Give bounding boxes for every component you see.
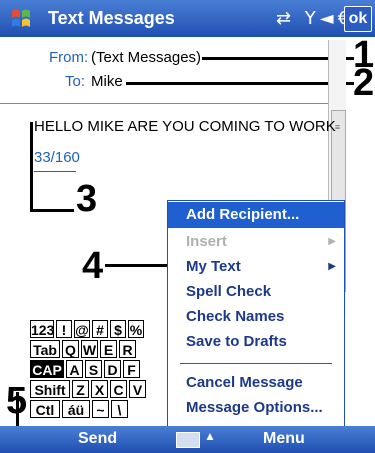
keyboard-icon[interactable] [176,432,200,448]
submenu-arrow-icon: ▶ [328,236,336,247]
callout-3-line [30,209,74,212]
windows-start-icon[interactable] [6,3,36,33]
callout-3-bracket [30,122,33,212]
key-w[interactable]: W [81,340,98,358]
header-divider [0,103,330,104]
key-a[interactable]: A [66,360,83,378]
title-bar: Text Messages ⇄ Y◄€ ok [0,0,375,37]
key-r[interactable]: R [119,340,136,358]
key-tilde[interactable]: ~ [92,400,109,418]
key-q[interactable]: Q [62,340,79,358]
context-menu: Add Recipient... Insert ▶ My Text ▶ Spel… [167,200,345,428]
key-tab[interactable]: Tab [30,340,60,358]
status-icons[interactable]: ⇄ Y◄€ [276,8,353,29]
menu-item-message-options[interactable]: Message Options... [186,399,323,416]
key-caps[interactable]: CAP [30,360,64,378]
key-at[interactable]: @ [74,320,90,338]
menu-item-my-text[interactable]: My Text [186,258,241,275]
menu-separator [180,363,332,364]
menu-item-check-names[interactable]: Check Names [186,308,284,325]
key-f[interactable]: F [123,360,140,378]
key-x[interactable]: X [91,380,108,398]
key-dollar[interactable]: $ [110,320,126,338]
key-123[interactable]: 123 [30,320,54,338]
callout-2-line [126,82,354,85]
app-title: Text Messages [48,8,175,28]
to-label: To: [65,73,86,90]
callout-3: 3 [76,178,98,220]
menu-item-save-to-drafts[interactable]: Save to Drafts [186,333,287,350]
to-field[interactable]: Mike [91,73,123,90]
menu-item-add-recipient[interactable]: Add Recipient... [168,202,344,228]
soft-keyboard[interactable]: 123 ! @ # $ % Tab Q W E R CAP A S D F Sh… [30,320,167,422]
key-d[interactable]: D [104,360,121,378]
menu-item-spell-check[interactable]: Spell Check [186,283,271,300]
from-field[interactable]: (Text Messages) [91,49,201,66]
callout-2: 2 [353,62,375,104]
key-c[interactable]: C [110,380,127,398]
key-exclaim[interactable]: ! [56,320,72,338]
menu-button[interactable]: Menu [263,430,305,448]
send-button[interactable]: Send [78,430,117,448]
key-e[interactable]: E [100,340,117,358]
callout-4: 4 [82,245,104,287]
key-backslash[interactable]: \ [111,400,128,418]
char-counter: 33/160 [34,149,80,166]
key-percent[interactable]: % [128,320,144,338]
ok-button[interactable]: ok [344,6,372,32]
key-z[interactable]: Z [72,380,89,398]
message-body[interactable]: HELLO MIKE ARE YOU COMING TO WORK [34,118,336,135]
input-panel-arrow-icon[interactable]: ▲ [204,429,216,443]
key-hash[interactable]: # [92,320,108,338]
counter-underline [34,171,76,172]
submenu-arrow-icon: ▶ [328,261,336,272]
menu-item-insert[interactable]: Insert [186,233,227,250]
key-v[interactable]: V [129,380,146,398]
key-ctl[interactable]: Ctl [30,400,60,418]
from-label: From: [49,49,89,66]
key-s[interactable]: S [85,360,102,378]
soft-key-bar: Send ▲ Menu [0,426,375,453]
key-accents[interactable]: áü [62,400,90,418]
key-shift[interactable]: Shift [30,380,70,398]
menu-item-cancel-message[interactable]: Cancel Message [186,374,303,391]
